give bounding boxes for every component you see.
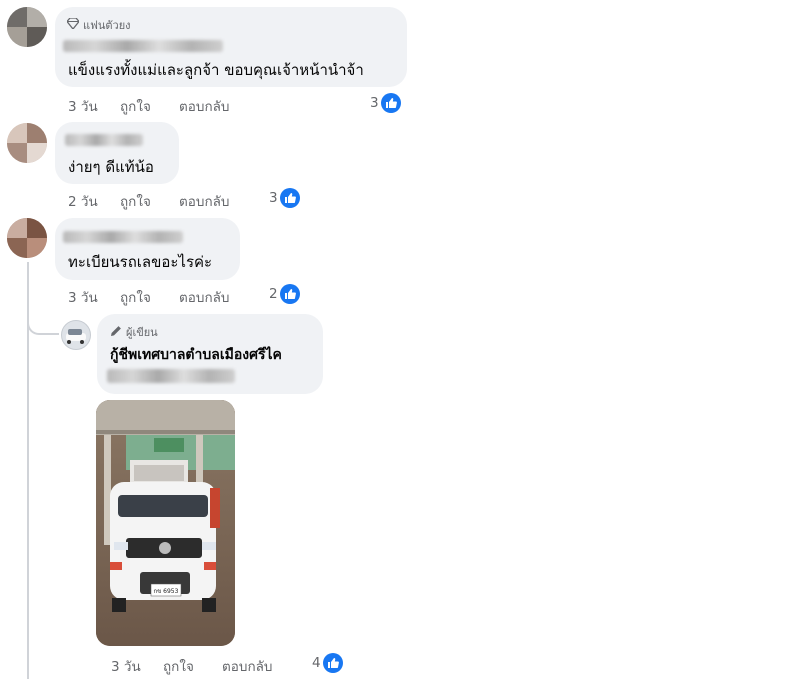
reply-time[interactable]: 3 วัน bbox=[111, 655, 163, 677]
comment-text: ง่ายๆ ดีแท้น้อ bbox=[68, 158, 154, 176]
like-link[interactable]: ถูกใจ bbox=[120, 190, 179, 212]
blurred-author-name[interactable] bbox=[63, 231, 183, 243]
reply-link[interactable]: ตอบกลับ bbox=[179, 190, 229, 212]
reaction-number: 3 bbox=[370, 95, 379, 111]
reaction-number: 4 bbox=[312, 655, 321, 671]
reply-photo[interactable]: กข 6953 bbox=[96, 400, 235, 646]
reaction-number: 2 bbox=[269, 286, 278, 302]
comment-actions: 3 วัน ถูกใจ ตอบกลับ bbox=[68, 95, 229, 117]
reply-link[interactable]: ตอบกลับ bbox=[179, 286, 229, 308]
diamond-icon bbox=[66, 17, 80, 32]
like-link[interactable]: ถูกใจ bbox=[120, 95, 179, 117]
reply-actions: 3 วัน ถูกใจ ตอบกลับ bbox=[111, 655, 272, 677]
badge-label: ผู้เขียน bbox=[126, 326, 158, 339]
blurred-author-name[interactable] bbox=[65, 134, 143, 146]
author-avatar[interactable] bbox=[61, 320, 91, 350]
comment-actions: 2 วัน ถูกใจ ตอบกลับ bbox=[68, 190, 229, 212]
license-plate: กข 6953 bbox=[154, 588, 179, 595]
reaction-count[interactable]: 3 bbox=[269, 188, 300, 208]
like-reaction-icon bbox=[380, 93, 401, 113]
comment-time[interactable]: 3 วัน bbox=[68, 286, 120, 308]
avatar[interactable] bbox=[7, 7, 47, 47]
like-link[interactable]: ถูกใจ bbox=[163, 655, 222, 677]
comment-time[interactable]: 3 วัน bbox=[68, 95, 120, 117]
comment-bubble: ง่ายๆ ดีแท้น้อ bbox=[55, 122, 179, 184]
comment-actions: 3 วัน ถูกใจ ตอบกลับ bbox=[68, 286, 229, 308]
reply-author-name[interactable]: กู้ชีพเทศบาลตำบลเมืองศรีไค bbox=[110, 344, 282, 366]
reaction-number: 3 bbox=[269, 190, 278, 206]
avatar[interactable] bbox=[7, 123, 47, 163]
pencil-icon bbox=[110, 325, 122, 340]
top-fan-badge: แฟนตัวยง bbox=[66, 16, 131, 34]
comment-text: ทะเบียนรถเลขอะไรค่ะ bbox=[68, 253, 213, 271]
like-reaction-icon bbox=[322, 653, 343, 673]
author-badge: ผู้เขียน bbox=[110, 323, 158, 341]
badge-label: แฟนตัวยง bbox=[83, 19, 131, 32]
like-link[interactable]: ถูกใจ bbox=[120, 286, 179, 308]
blurred-reply-text bbox=[107, 369, 235, 383]
like-reaction-icon bbox=[279, 188, 300, 208]
like-reaction-icon bbox=[279, 284, 300, 304]
reaction-count[interactable]: 4 bbox=[312, 653, 343, 673]
avatar[interactable] bbox=[7, 218, 47, 258]
reply-link[interactable]: ตอบกลับ bbox=[222, 655, 272, 677]
blurred-author-name[interactable] bbox=[63, 40, 223, 52]
reaction-count[interactable]: 2 bbox=[269, 284, 300, 304]
reply-bubble: ผู้เขียน กู้ชีพเทศบาลตำบลเมืองศรีไค bbox=[97, 314, 323, 394]
comment-time[interactable]: 2 วัน bbox=[68, 190, 120, 212]
comment-text: แข็งแรงทั้งแม่และลูกจ้า ขอบคุณเจ้าหน้านำ… bbox=[68, 61, 364, 79]
reaction-count[interactable]: 3 bbox=[370, 93, 401, 113]
comment-bubble: แฟนตัวยง แข็งแรงทั้งแม่และลูกจ้า ขอบคุณเ… bbox=[55, 7, 407, 87]
reply-link[interactable]: ตอบกลับ bbox=[179, 95, 229, 117]
thread-connector bbox=[27, 315, 59, 335]
comment-bubble: ทะเบียนรถเลขอะไรค่ะ bbox=[55, 218, 240, 280]
